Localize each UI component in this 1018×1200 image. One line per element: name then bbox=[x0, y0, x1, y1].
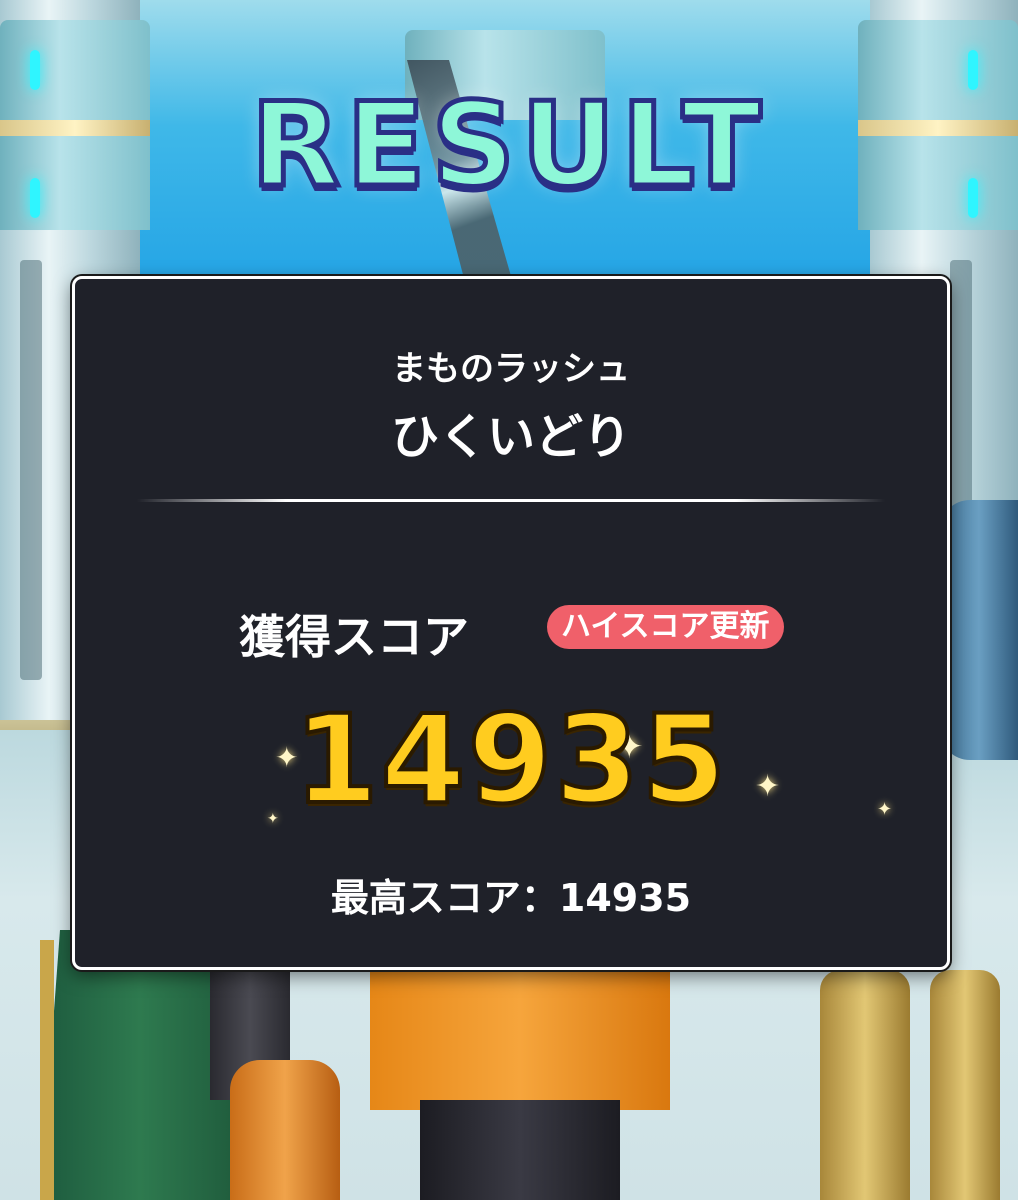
character-center-legs bbox=[420, 1100, 620, 1200]
character-left-boot bbox=[230, 1060, 340, 1200]
stage-name: ひくいどり bbox=[390, 409, 631, 465]
result-panel[interactable]: まものラッシュ ひくいどり 獲得スコア ハイスコア更新 ✦ ✦ ✦ ✦ ✦ 14… bbox=[72, 276, 950, 970]
divider bbox=[137, 499, 885, 502]
character-right-arm bbox=[940, 500, 1018, 760]
character-left-trim bbox=[40, 940, 54, 1200]
character-center-shorts bbox=[370, 960, 670, 1110]
character-right-boot bbox=[930, 970, 1000, 1200]
character-right-boot bbox=[820, 970, 910, 1200]
result-title: RESULT bbox=[248, 76, 768, 216]
mode-name: まものラッシュ bbox=[392, 349, 630, 389]
score-label: 獲得スコア bbox=[239, 610, 469, 664]
high-score-badge: ハイスコア更新 bbox=[547, 605, 784, 649]
best-score: 最高スコア：14935 bbox=[330, 876, 692, 920]
pillar-left-slot bbox=[20, 260, 42, 680]
score-value: 14935 bbox=[292, 687, 729, 833]
